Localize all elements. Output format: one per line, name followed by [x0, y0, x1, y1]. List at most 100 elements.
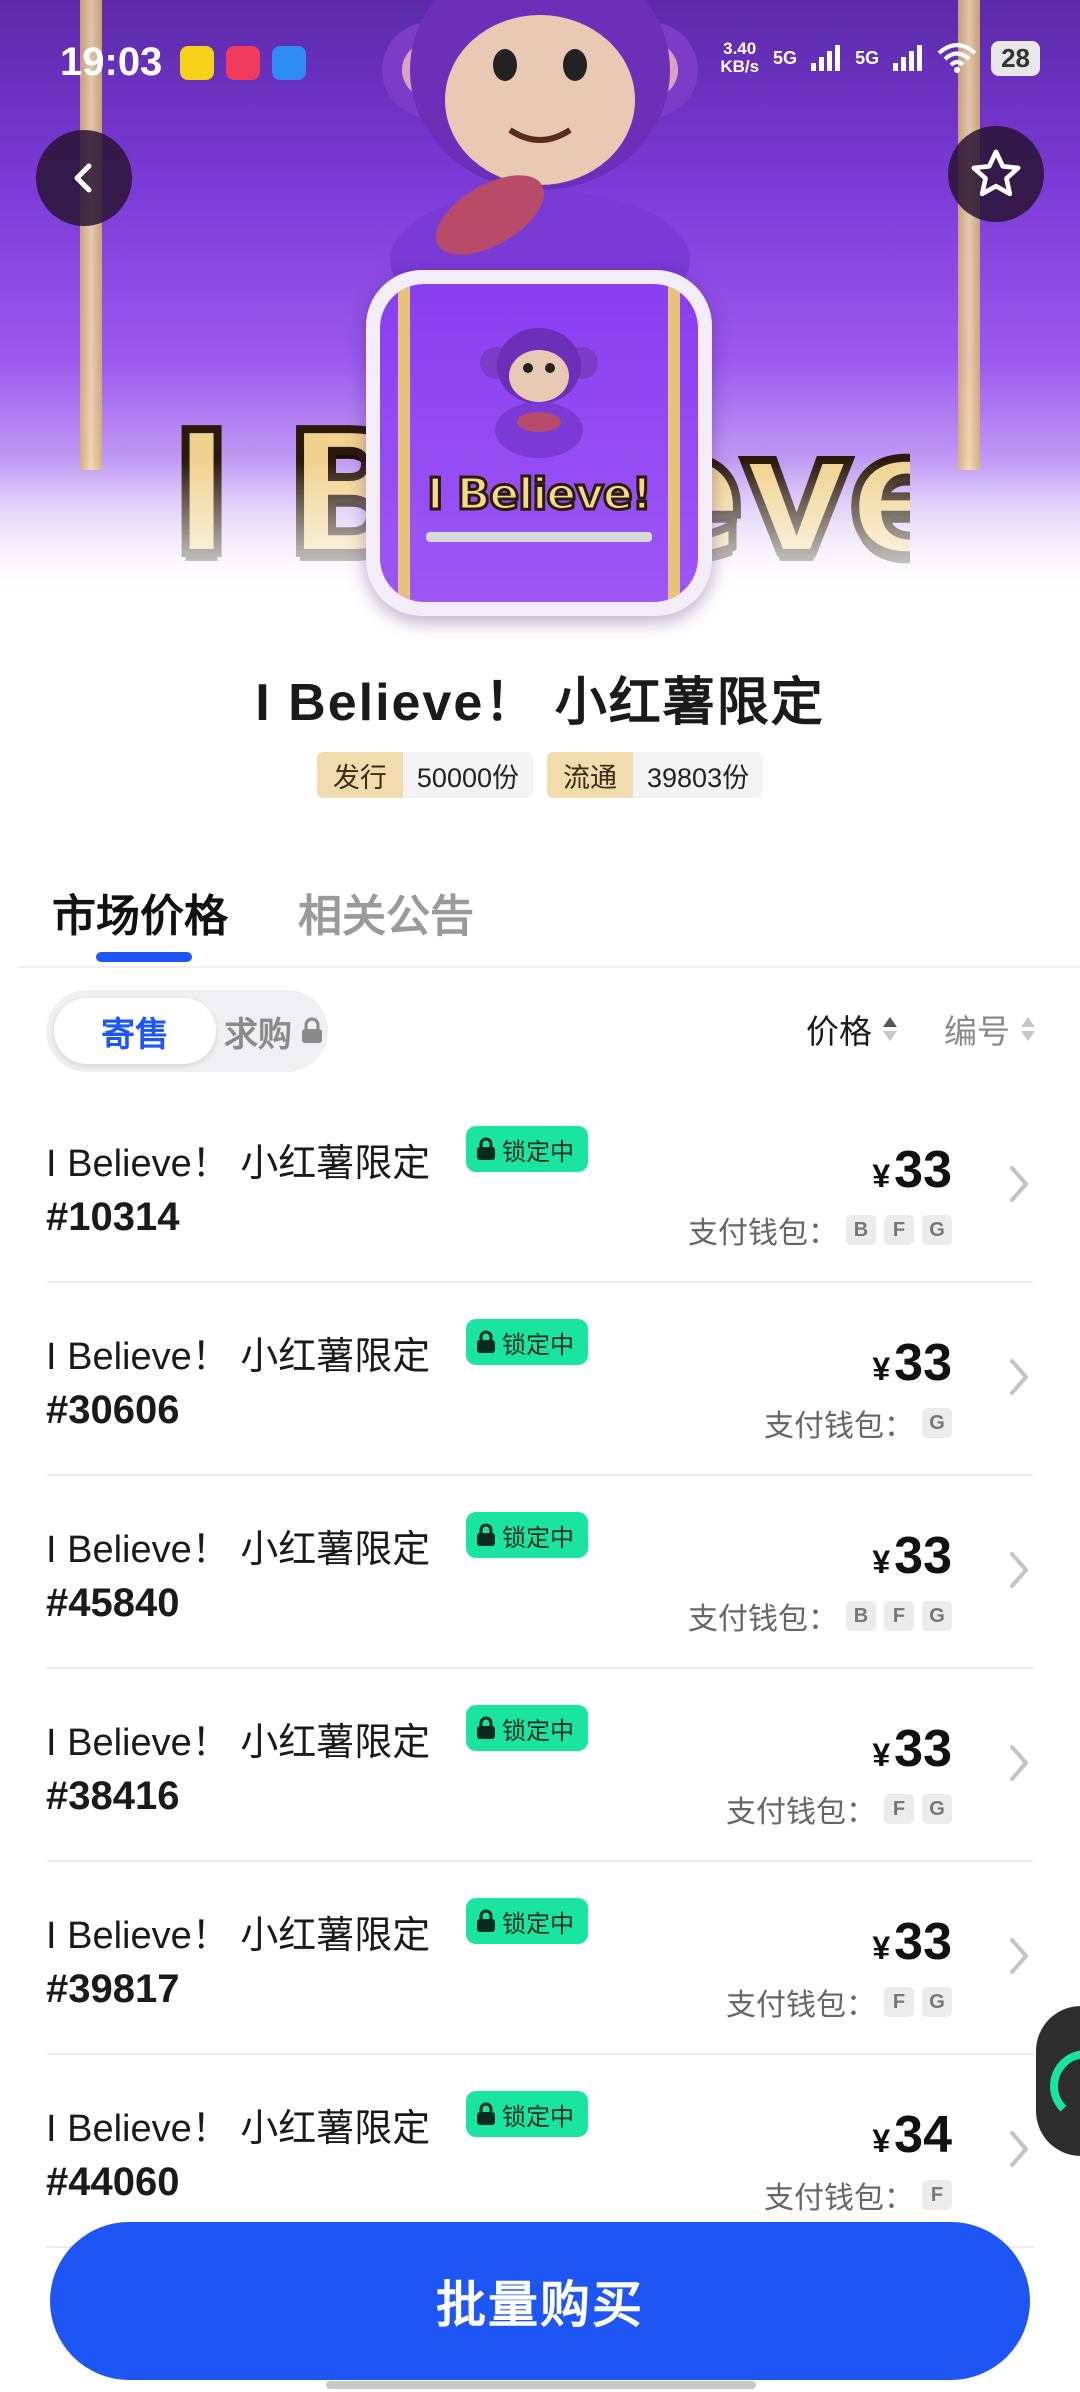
- price-value: 33: [894, 1527, 952, 1585]
- payment-wallets: 支付钱包： F: [764, 2173, 952, 2217]
- listing-row[interactable]: I Believe！ 小红薯限定 锁定中 #45840 ¥ 33 支付钱包： B…: [0, 1476, 1080, 1669]
- listing-type-segment: 寄售 求购: [46, 990, 328, 1072]
- currency-symbol: ¥: [872, 2123, 891, 2159]
- locked-badge-label: 锁定中: [502, 1138, 574, 1166]
- listing-name: I Believe！ 小红薯限定: [46, 1915, 431, 1957]
- payment-wallets: 支付钱包： G: [764, 1401, 952, 1445]
- chevron-right-icon: [1010, 1938, 1028, 1974]
- bulk-buy-button[interactable]: 批量购买: [50, 2222, 1030, 2380]
- stat-value: 50000份: [402, 752, 533, 798]
- listing-row[interactable]: I Believe！ 小红薯限定 锁定中 #30606 ¥ 33 支付钱包： G: [0, 1283, 1080, 1476]
- locked-badge: 锁定中: [466, 1126, 588, 1172]
- sort-arrows-icon: [883, 1017, 897, 1041]
- lock-icon: [477, 1137, 495, 1160]
- monkey-mascot-illustration: [480, 328, 598, 458]
- stat-value: 39803份: [633, 752, 764, 798]
- wallet-badge: F: [884, 1215, 914, 1245]
- chevron-right-icon: [1010, 1745, 1028, 1781]
- listing-name: I Believe！ 小红薯限定: [46, 1722, 431, 1764]
- signal-bars-icon: [811, 45, 841, 71]
- chevron-right-icon: [1010, 1552, 1028, 1588]
- decor-pedestal: [426, 532, 652, 542]
- payment-wallets: 支付钱包： FG: [726, 1980, 952, 2024]
- listing-row[interactable]: I Believe！ 小红薯限定 锁定中 #39817 ¥ 33 支付钱包： F…: [0, 1862, 1080, 2055]
- stat-label: 流通: [547, 752, 633, 798]
- locked-badge-label: 锁定中: [502, 2103, 574, 2131]
- wallet-badge: G: [922, 1987, 952, 2017]
- status-bar: 19:03 3.40 KB/s 5G 5G 28: [0, 0, 1080, 130]
- app-notification-icon: [226, 46, 260, 80]
- payment-wallets: 支付钱包： FG: [726, 1787, 952, 1831]
- segment-wanted[interactable]: 求购: [224, 998, 324, 1064]
- locked-badge: 锁定中: [466, 1319, 588, 1365]
- signal-5g-label: 5G: [855, 47, 880, 68]
- stat-issued: 发行 50000份: [316, 752, 533, 798]
- signal-5g-label: 5G: [773, 47, 798, 68]
- app-notification-icon: [180, 46, 214, 80]
- floating-assistant-button[interactable]: [1036, 2006, 1080, 2156]
- listing-serial: #39817: [46, 1967, 180, 2011]
- listing-name: I Believe！ 小红薯限定: [46, 1336, 431, 1378]
- wallet-badge: F: [884, 1794, 914, 1824]
- star-icon: [971, 149, 1021, 197]
- chevron-right-icon: [1010, 1359, 1028, 1395]
- wallet-label: 支付钱包：: [688, 1603, 838, 1636]
- locked-badge: 锁定中: [466, 1898, 588, 1944]
- listing-list: I Believe！ 小红薯限定 锁定中 #10314 ¥ 33 支付钱包： B…: [0, 1090, 1080, 2248]
- network-speed: 3.40 KB/s: [720, 39, 760, 76]
- currency-symbol: ¥: [872, 1930, 891, 1966]
- app-notification-icon: [272, 46, 306, 80]
- signal-bars-icon: [893, 45, 923, 71]
- lock-icon: [302, 1017, 322, 1043]
- divider: [18, 966, 1080, 968]
- listing-name: I Believe！ 小红薯限定: [46, 2108, 431, 2150]
- segment-wanted-label: 求购: [224, 1015, 292, 1054]
- wallet-badge: F: [922, 2180, 952, 2210]
- currency-symbol: ¥: [872, 1351, 891, 1387]
- wallet-badge: G: [922, 1215, 952, 1245]
- lock-icon: [477, 1716, 495, 1739]
- listing-serial: #30606: [46, 1388, 180, 1432]
- listing-serial: #10314: [46, 1195, 180, 1239]
- listing-serial: #38416: [46, 1774, 180, 1818]
- wallet-label: 支付钱包：: [688, 1217, 838, 1250]
- locked-badge: 锁定中: [466, 1705, 588, 1751]
- listing-row[interactable]: I Believe！ 小红薯限定 锁定中 #10314 ¥ 33 支付钱包： B…: [0, 1090, 1080, 1283]
- payment-wallets: 支付钱包： BFG: [688, 1208, 952, 1252]
- locked-badge-label: 锁定中: [502, 1910, 574, 1938]
- sort-by-price[interactable]: 价格: [806, 1005, 898, 1053]
- locked-badge-label: 锁定中: [502, 1331, 574, 1359]
- segment-consignment[interactable]: 寄售: [54, 998, 216, 1064]
- tab-market-price[interactable]: 市场价格: [52, 880, 228, 960]
- listing-row[interactable]: I Believe！ 小红薯限定 锁定中 #44060 ¥ 34 支付钱包： F: [0, 2055, 1080, 2248]
- tab-announcements[interactable]: 相关公告: [298, 880, 474, 960]
- listing-row[interactable]: I Believe！ 小红薯限定 锁定中 #38416 ¥ 33 支付钱包： F…: [0, 1669, 1080, 1862]
- sort-price-label: 价格: [806, 1013, 872, 1050]
- wallet-badge: G: [922, 1601, 952, 1631]
- back-button[interactable]: [36, 130, 132, 226]
- sort-controls: 价格 编号: [806, 1005, 1036, 1053]
- home-indicator[interactable]: [326, 2381, 756, 2389]
- lock-icon: [477, 2102, 495, 2125]
- currency-symbol: ¥: [872, 1737, 891, 1773]
- listing-price: ¥ 33: [872, 1719, 952, 1779]
- listing-price: ¥ 33: [872, 1333, 952, 1393]
- wallet-label: 支付钱包：: [764, 1410, 914, 1443]
- stat-circulating: 流通 39803份: [547, 752, 764, 798]
- listing-name: I Believe！ 小红薯限定: [46, 1143, 431, 1185]
- sort-by-number[interactable]: 编号: [944, 1005, 1036, 1053]
- product-title: I Believe！ 小红薯限定: [255, 674, 825, 732]
- wallet-badge: G: [922, 1794, 952, 1824]
- listing-price: ¥ 33: [872, 1526, 952, 1586]
- wallet-badge: B: [846, 1601, 876, 1631]
- assistant-ring-icon: [1050, 2050, 1080, 2122]
- favorite-button[interactable]: [948, 126, 1044, 222]
- lock-icon: [477, 1909, 495, 1932]
- sort-arrows-icon: [1021, 1017, 1035, 1041]
- price-value: 34: [894, 2106, 952, 2164]
- product-artwork-text: I Believe!: [426, 468, 654, 522]
- lock-icon: [477, 1330, 495, 1353]
- stat-label: 发行: [316, 752, 403, 798]
- price-value: 33: [894, 1334, 952, 1392]
- wallet-badge: F: [884, 1987, 914, 2017]
